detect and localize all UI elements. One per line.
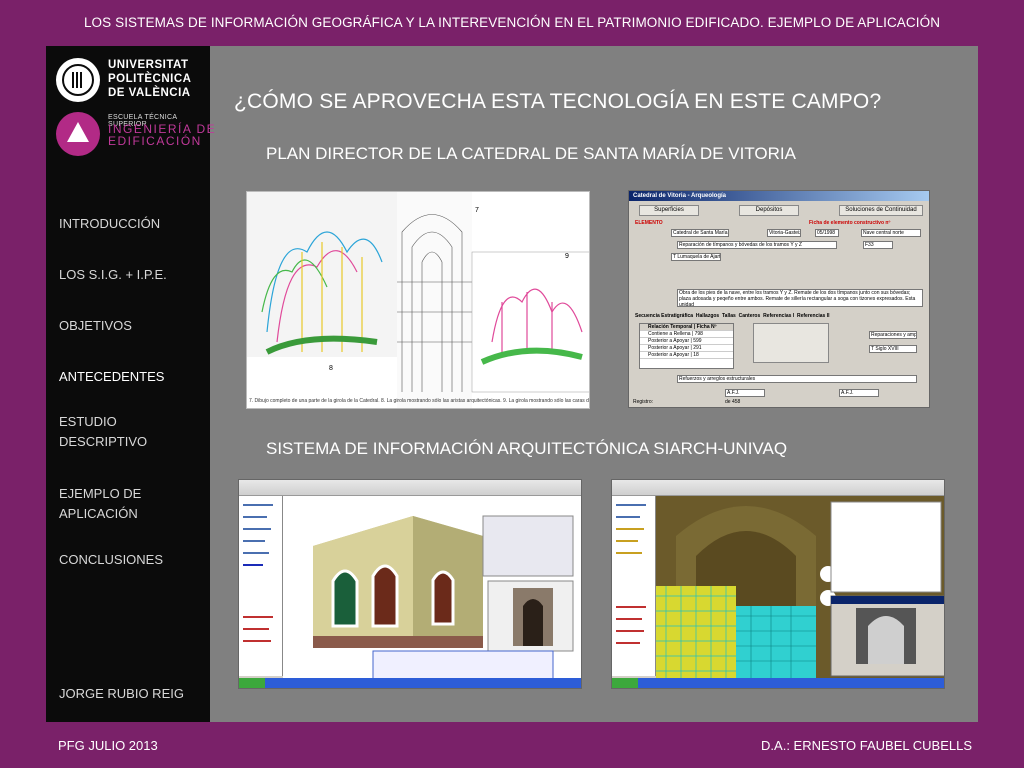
- db-zona-field: Nave central norte: [861, 229, 921, 237]
- app-taskbar: [239, 678, 581, 688]
- app-menubar-2: [612, 480, 944, 496]
- figure-label-7: 7: [475, 207, 479, 214]
- db-localidad-field: Vitoria-Gasteiz: [767, 229, 801, 237]
- db-fecha-field: 05/1998: [815, 229, 839, 237]
- app-layer-tree: [239, 496, 283, 676]
- db-secuencia-table: Relación Temporal | Ficha Nº Contiene a …: [639, 323, 734, 369]
- slide-area: UNIVERSITAT POLITÈCNICA DE VALÈNCIA ESCU…: [46, 46, 978, 722]
- db-periodo-field: Reparaciones y ampl.: [869, 331, 917, 339]
- database-form-image: Catedral de Vitoria - Arqueología Superf…: [628, 190, 930, 408]
- db-descripcion-field: Obra de los pies de la nave, entre los t…: [677, 289, 923, 307]
- db-registro-count: de 458: [725, 399, 741, 405]
- db-tab-secuencia: Secuencia Estratigráfica: [635, 313, 694, 319]
- etse-logo: ESCUELA TÉCNICA SUPERIOR INGENIERÍA DE E…: [56, 112, 215, 162]
- nav-item-conclusiones[interactable]: CONCLUSIONES: [59, 550, 163, 570]
- slide-heading: ¿CÓMO SE APROVECHA ESTA TECNOLOGÍA EN ES…: [234, 90, 882, 113]
- figure-label-8: 8: [329, 365, 333, 372]
- db-sintesis-field: F33: [863, 241, 893, 249]
- db-window-title: Catedral de Vitoria - Arqueología: [629, 191, 929, 201]
- figure-label-9: 9: [565, 253, 569, 260]
- author-name: JORGE RUBIO REIG: [59, 686, 184, 701]
- section-title-vitoria: PLAN DIRECTOR DE LA CATEDRAL DE SANTA MA…: [266, 144, 796, 163]
- nav-item-sig-ipe[interactable]: LOS S.I.G. + I.P.E.: [59, 265, 167, 285]
- table-row: Posterior a Apoyar | 18: [640, 352, 733, 359]
- db-button-superficies: Superficies: [639, 205, 699, 216]
- db-revision-field: A.F.J.: [839, 389, 879, 397]
- upv-logo: UNIVERSITAT POLITÈCNICA DE VALÈNCIA: [56, 58, 206, 102]
- footer-right: D.A.: ERNESTO FAUBEL CUBELLS: [761, 738, 972, 753]
- sidebar: UNIVERSITAT POLITÈCNICA DE VALÈNCIA ESCU…: [46, 46, 215, 722]
- upv-seal-icon: [56, 58, 100, 102]
- presentation-title: LOS SISTEMAS DE INFORMACIÓN GEOGRÁFICA Y…: [83, 15, 941, 30]
- table-row: Posterior a Apoyar | 291: [640, 345, 733, 352]
- db-tab-ref2: Referencias II: [796, 313, 830, 319]
- db-registro-label: Registro:: [633, 399, 654, 405]
- app-menubar: [239, 480, 581, 496]
- nav-item-antecedentes[interactable]: ANTECEDENTES: [59, 367, 164, 387]
- section-title-siarch: SISTEMA DE INFORMACIÓN ARQUITECTÓNICA SI…: [266, 439, 788, 458]
- cathedral-wireframe-image: 7 8 9 7. Dibujo completo de una parte de…: [246, 191, 590, 409]
- db-tab-tallas: Tallas: [722, 313, 736, 319]
- nav-item-objetivos[interactable]: OBJETIVOS: [59, 316, 132, 336]
- db-redacta-field: A.F.J.: [725, 389, 765, 397]
- db-fecha2-field: T Siglo XVIII: [869, 345, 917, 353]
- db-nombre-field: Reparación de tímpanos y bóvedas de los …: [677, 241, 837, 249]
- figure-caption: 7. Dibujo completo de una parte de la gi…: [249, 398, 589, 404]
- db-button-soluciones: Soluciones de Continuidad: [839, 205, 923, 216]
- siarch-interior-model-image: [611, 479, 945, 689]
- db-interpretacion-field: Refuerzos y arreglos estructurales: [677, 375, 917, 383]
- upv-logo-text: UNIVERSITAT POLITÈCNICA DE VALÈNCIA: [108, 59, 192, 99]
- siarch-building-model-image: [238, 479, 582, 689]
- nav-item-estudio-descriptivo[interactable]: ESTUDIO DESCRIPTIVO: [59, 412, 147, 452]
- nav-item-ejemplo-aplicacion[interactable]: EJEMPLO DE APLICACIÓN: [59, 484, 141, 524]
- db-vaciamiento-field: Catedral de Santa María: [671, 229, 729, 237]
- nav-item-introduccion[interactable]: INTRODUCCIÓN: [59, 214, 160, 234]
- db-ficha-label: Ficha de elemento constructivo nº: [809, 220, 891, 226]
- db-material-field: T Lumaquela de Ajarte: [671, 253, 721, 261]
- db-tabs: Secuencia Estratigráfica Hallazgos Talla…: [635, 312, 830, 321]
- app-layer-tree-2: [612, 496, 656, 676]
- table-row: Contiene a Rellena | 798: [640, 331, 733, 338]
- footer-left: PFG JULIO 2013: [58, 738, 158, 753]
- etse-logo-big-text: INGENIERÍA DE EDIFICACIÓN: [108, 122, 217, 148]
- db-elemento-label: ELEMENTO: [635, 220, 663, 226]
- db-tab-ref1: Referencias I: [763, 313, 795, 319]
- table-row: Posterior a Apoyar | 599: [640, 338, 733, 345]
- db-tab-hallazgos: Hallazgos: [695, 313, 720, 319]
- table-header: Relación Temporal | Ficha Nº: [640, 324, 733, 331]
- db-button-depositos: Depósitos: [739, 205, 799, 216]
- db-empty-panel: [753, 323, 829, 363]
- etse-triangle-icon: [56, 112, 100, 156]
- db-tab-canteros: Canteros: [738, 313, 761, 319]
- app-taskbar-2: [612, 678, 944, 688]
